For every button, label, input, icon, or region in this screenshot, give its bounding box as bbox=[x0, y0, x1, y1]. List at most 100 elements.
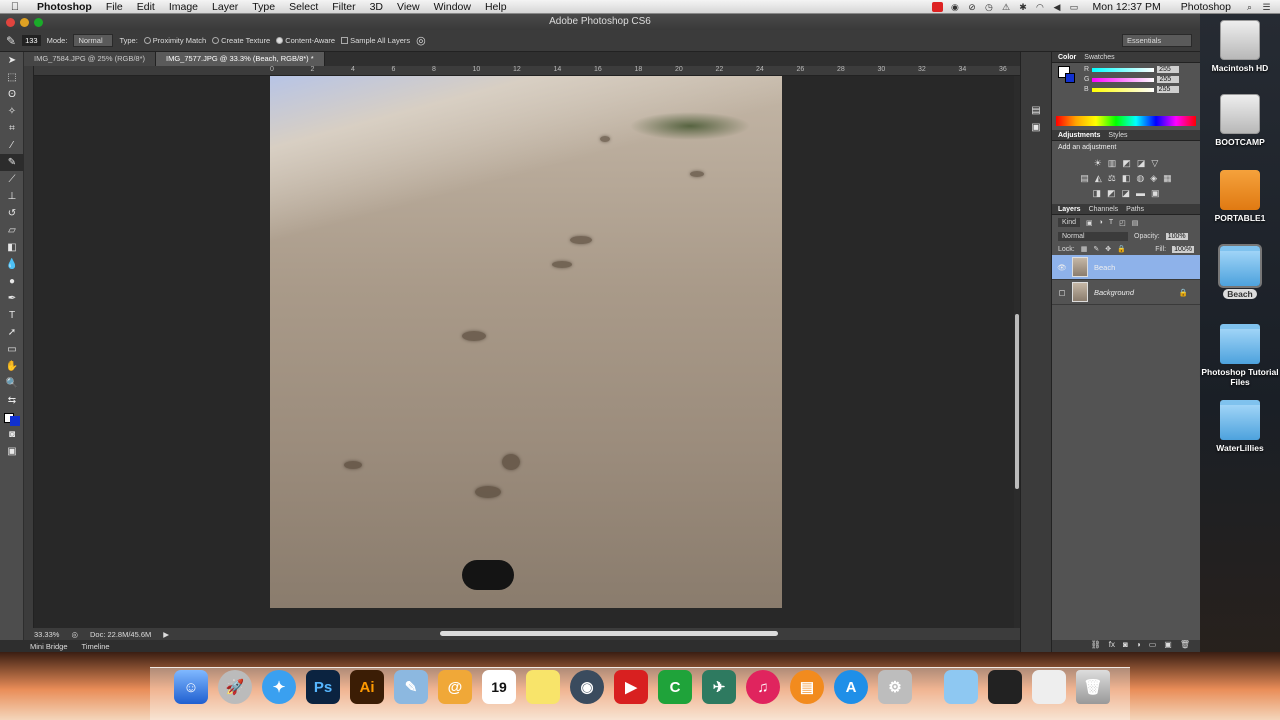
bw-icon[interactable]: ◧ bbox=[1122, 173, 1131, 184]
fx-icon[interactable]: fx bbox=[1109, 640, 1115, 652]
swap-colors-icon[interactable]: ⇆ bbox=[0, 392, 24, 409]
pressure-size-icon[interactable]: ◎ bbox=[416, 34, 426, 47]
dodge-tool-icon[interactable]: ● bbox=[0, 273, 24, 290]
tab-timeline[interactable]: Timeline bbox=[82, 642, 110, 651]
menu-photoshop[interactable]: Photoshop bbox=[30, 1, 99, 13]
desktop-icon-portable1[interactable]: PORTABLE1 bbox=[1200, 170, 1280, 223]
brightness-icon[interactable]: ☀ bbox=[1094, 158, 1102, 169]
red-slider[interactable]: R 255 bbox=[1084, 66, 1180, 73]
tab-styles[interactable]: Styles bbox=[1108, 132, 1127, 139]
layer-name[interactable]: Background bbox=[1094, 288, 1134, 297]
downloads-stack-icon[interactable] bbox=[1032, 670, 1066, 704]
filter-shape-icon[interactable]: ◰ bbox=[1119, 219, 1126, 227]
move-tool-icon[interactable]: ➤ bbox=[0, 52, 24, 69]
create-texture-radio[interactable]: Create Texture bbox=[212, 36, 270, 45]
desktop-icon-waterlillies[interactable]: WaterLillies bbox=[1200, 400, 1280, 453]
color-swatches-icon[interactable] bbox=[0, 409, 24, 426]
path-select-tool-icon[interactable]: ➚ bbox=[0, 324, 24, 341]
crop-tool-icon[interactable]: ⌗ bbox=[0, 120, 24, 137]
doc-size[interactable]: Doc: 22.8M/45.6M bbox=[90, 630, 151, 639]
record-icon[interactable] bbox=[932, 1, 944, 12]
tab-img-7584[interactable]: IMG_7584.JPG @ 25% (RGB/8*) bbox=[24, 52, 156, 66]
status-icon[interactable]: ◎ bbox=[71, 630, 78, 639]
color-balance-icon[interactable]: ⚖ bbox=[1108, 173, 1116, 184]
photo-filter-icon[interactable]: ◍ bbox=[1136, 173, 1144, 184]
tab-layers[interactable]: Layers bbox=[1058, 206, 1081, 213]
applications-folder-icon[interactable] bbox=[944, 670, 978, 704]
vibrance-icon[interactable]: ▤ bbox=[1080, 173, 1089, 184]
notification-center-icon[interactable]: ☰ bbox=[1261, 2, 1272, 12]
menu-window[interactable]: Window bbox=[427, 1, 478, 13]
screen-record-icon[interactable]: ◉ bbox=[949, 2, 960, 12]
eyedropper-tool-icon[interactable]: ⁄ bbox=[0, 137, 24, 154]
mode-select[interactable]: Normal bbox=[73, 34, 114, 47]
new-group-icon[interactable]: ▭ bbox=[1149, 640, 1157, 652]
color-lookup-icon[interactable]: ▦ bbox=[1163, 173, 1172, 184]
tab-swatches[interactable]: Swatches bbox=[1084, 54, 1114, 61]
exposure-icon[interactable]: ◪ bbox=[1137, 158, 1146, 169]
itunes-icon[interactable]: ♫ bbox=[746, 670, 780, 704]
history-panel-icon[interactable]: ▤ bbox=[1021, 102, 1051, 119]
proximity-match-radio[interactable]: Proximity Match bbox=[143, 36, 206, 45]
photo-booth-icon[interactable]: ▶ bbox=[614, 670, 648, 704]
launchpad-icon[interactable]: 🚀 bbox=[218, 670, 252, 704]
menu-edit[interactable]: Edit bbox=[130, 1, 162, 13]
layer-name[interactable]: Beach bbox=[1094, 263, 1115, 272]
menu-view[interactable]: View bbox=[390, 1, 427, 13]
apple-menu-icon[interactable]:  bbox=[0, 1, 30, 13]
marquee-tool-icon[interactable]: ⬚ bbox=[0, 69, 24, 86]
desktop-icon-photoshop-tutorial-files[interactable]: Photoshop Tutorial Files bbox=[1200, 324, 1280, 387]
blue-slider[interactable]: B 255 bbox=[1084, 86, 1179, 93]
system-preferences-icon[interactable]: ⚙ bbox=[878, 670, 912, 704]
delete-layer-icon[interactable]: 🗑 bbox=[1180, 640, 1190, 652]
gradient-tool-icon[interactable]: ◧ bbox=[0, 239, 24, 256]
vertical-scroll-thumb[interactable] bbox=[1015, 314, 1019, 489]
contacts-icon[interactable]: @ bbox=[438, 670, 472, 704]
menubar-clock[interactable]: Mon 12:37 PM bbox=[1085, 1, 1167, 13]
lasso-tool-icon[interactable]: ʘ bbox=[0, 86, 24, 103]
link-layers-icon[interactable]: ⛓ bbox=[1091, 640, 1101, 652]
documents-stack-icon[interactable] bbox=[988, 670, 1022, 704]
illustrator-dock-icon[interactable]: Ai bbox=[350, 670, 384, 704]
layer-beach[interactable]: 👁 Beach bbox=[1052, 255, 1200, 280]
quick-mask-icon[interactable]: ◙ bbox=[0, 426, 24, 443]
layer-background[interactable]: ▢ Background 🔒 bbox=[1052, 280, 1200, 305]
menu-layer[interactable]: Layer bbox=[205, 1, 245, 13]
tab-color[interactable]: Color bbox=[1058, 54, 1076, 61]
blur-tool-icon[interactable]: 💧 bbox=[0, 256, 24, 273]
shape-tool-icon[interactable]: ▭ bbox=[0, 341, 24, 358]
zoom-level[interactable]: 33.33% bbox=[34, 630, 59, 639]
filter-type-icon[interactable]: T bbox=[1109, 219, 1113, 226]
tab-channels[interactable]: Channels bbox=[1089, 206, 1119, 213]
horizontal-scroll-thumb[interactable] bbox=[440, 631, 778, 636]
stickies-icon[interactable] bbox=[526, 670, 560, 704]
menu-select[interactable]: Select bbox=[282, 1, 325, 13]
volume-icon[interactable]: ◀ bbox=[1051, 2, 1062, 12]
menu-3d[interactable]: 3D bbox=[363, 1, 390, 13]
preview-icon[interactable]: ✎ bbox=[394, 670, 428, 704]
threshold-icon[interactable]: ◪ bbox=[1122, 188, 1131, 199]
new-layer-icon[interactable]: ▣ bbox=[1164, 640, 1172, 652]
properties-panel-icon[interactable]: ▣ bbox=[1021, 119, 1051, 136]
filter-kind-select[interactable]: Kind bbox=[1058, 218, 1081, 227]
menu-file[interactable]: File bbox=[99, 1, 130, 13]
green-slider[interactable]: G 255 bbox=[1084, 76, 1180, 83]
tab-paths[interactable]: Paths bbox=[1126, 206, 1144, 213]
tab-mini-bridge[interactable]: Mini Bridge bbox=[30, 642, 68, 651]
invert-icon[interactable]: ◨ bbox=[1092, 188, 1101, 199]
quicktime-icon[interactable]: ◉ bbox=[570, 670, 604, 704]
brush-tool-icon[interactable]: ⟋ bbox=[0, 171, 24, 188]
wifi-icon[interactable]: ◠ bbox=[1034, 2, 1045, 12]
menu-filter[interactable]: Filter bbox=[325, 1, 362, 13]
clone-stamp-tool-icon[interactable]: ⊥ bbox=[0, 188, 24, 205]
pen-tool-icon[interactable]: ✒ bbox=[0, 290, 24, 307]
spotlight-icon[interactable]: ⌕ bbox=[1244, 2, 1255, 12]
visibility-eye-icon[interactable]: 👁 bbox=[1052, 263, 1072, 272]
lock-pixels-icon[interactable]: ✎ bbox=[1093, 245, 1099, 253]
beach-photo[interactable] bbox=[270, 76, 782, 608]
type-tool-icon[interactable]: T bbox=[0, 307, 24, 324]
eraser-tool-icon[interactable]: ▱ bbox=[0, 222, 24, 239]
status-menu-arrow-icon[interactable]: ▶ bbox=[163, 630, 169, 639]
photoshop-dock-icon[interactable]: Ps bbox=[306, 670, 340, 704]
image-capture-icon[interactable]: ✈ bbox=[702, 670, 736, 704]
